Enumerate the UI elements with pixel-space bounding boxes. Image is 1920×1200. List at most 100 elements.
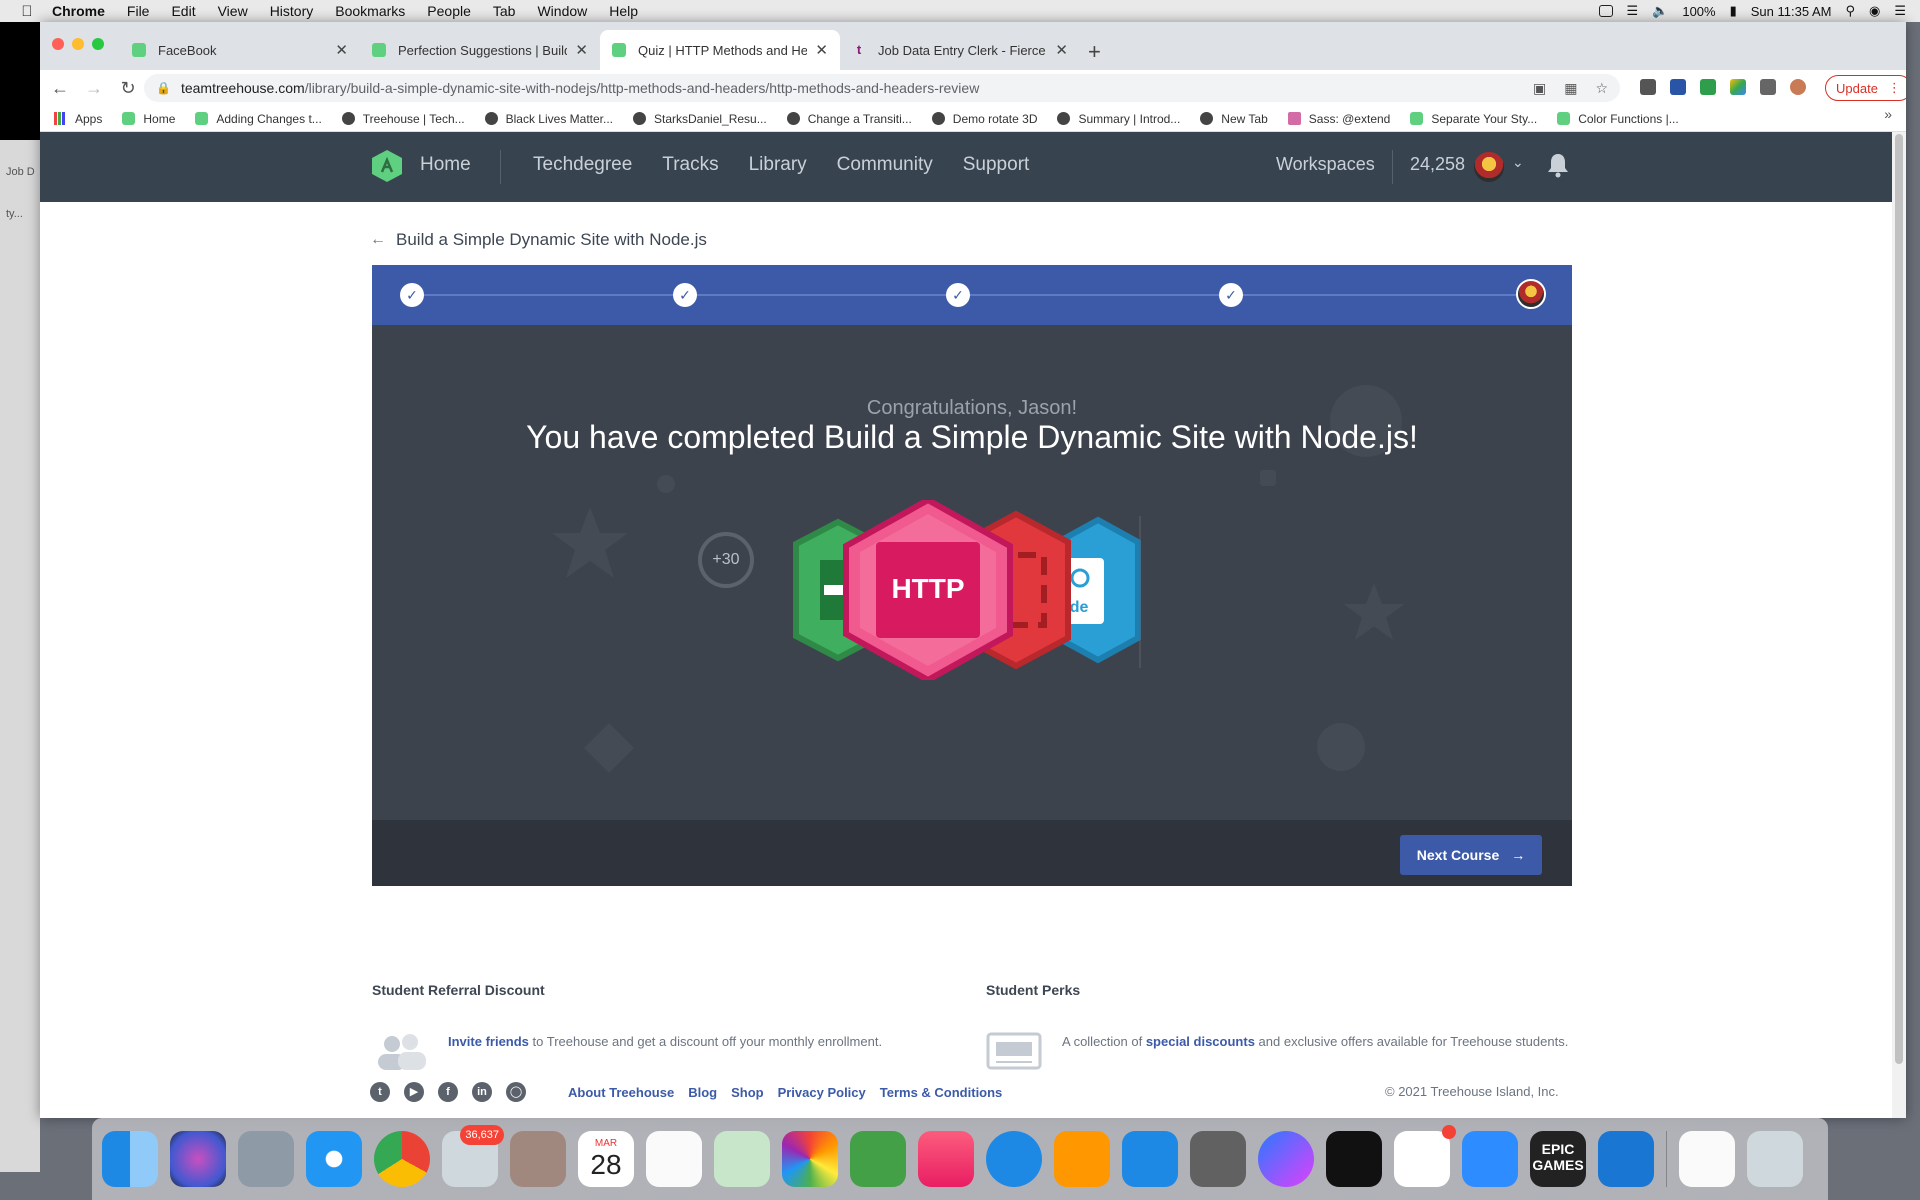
footer-link-about[interactable]: About Treehouse	[568, 1085, 674, 1100]
wifi-icon[interactable]: ☰	[1627, 3, 1639, 19]
nav-home[interactable]: Home	[420, 154, 471, 176]
grammar-extension-icon[interactable]	[1700, 79, 1716, 95]
safari-icon[interactable]	[306, 1131, 362, 1187]
close-tab-icon[interactable]: ✕	[575, 41, 588, 59]
menu-history[interactable]: History	[270, 3, 314, 19]
bookmark-apps[interactable]: Apps	[54, 112, 102, 126]
epic-games-icon[interactable]: EPIC GAMES	[1530, 1131, 1586, 1187]
footer-link-terms[interactable]: Terms & Conditions	[880, 1085, 1003, 1100]
treehouse-logo-icon[interactable]	[372, 150, 402, 182]
minimize-window-button[interactable]	[72, 38, 84, 50]
footer-link-blog[interactable]: Blog	[688, 1085, 717, 1100]
zoom-icon[interactable]	[1462, 1131, 1518, 1187]
apple-menu-icon[interactable]: 	[16, 3, 38, 20]
bookmark-new-tab[interactable]: New Tab	[1200, 112, 1268, 126]
finder-icon[interactable]	[102, 1131, 158, 1187]
bookmark-adding-changes[interactable]: Adding Changes t...	[195, 112, 322, 126]
chrome-icon[interactable]	[374, 1131, 430, 1187]
browser-tab-facebook[interactable]: FaceBook ✕	[120, 30, 360, 70]
bookmark-home[interactable]: Home	[122, 112, 175, 126]
document-icon[interactable]	[1679, 1131, 1735, 1187]
bookmark-black-lives-matter[interactable]: Black Lives Matter...	[484, 112, 613, 126]
extension-icon[interactable]	[1640, 79, 1656, 95]
siri-icon[interactable]: ◉	[1869, 3, 1880, 19]
menu-help[interactable]: Help	[609, 3, 638, 19]
reload-icon[interactable]: ↻	[114, 78, 142, 99]
reminders-icon[interactable]	[646, 1131, 702, 1187]
menu-people[interactable]: People	[427, 3, 471, 19]
forward-arrow-icon[interactable]: →	[80, 78, 108, 99]
photos-icon[interactable]	[782, 1131, 838, 1187]
calendar-icon[interactable]: MAR 28	[578, 1131, 634, 1187]
twitter-icon[interactable]: t	[370, 1082, 390, 1102]
spotlight-search-icon[interactable]: ⚲	[1845, 3, 1855, 19]
app-store-icon[interactable]	[1122, 1131, 1178, 1187]
bookmarks-overflow-button[interactable]: »	[1884, 106, 1892, 122]
facebook-icon[interactable]: f	[438, 1082, 458, 1102]
bookmark-separate-style[interactable]: Separate Your Sty...	[1410, 112, 1537, 126]
menu-bookmarks[interactable]: Bookmarks	[335, 3, 405, 19]
nav-tracks[interactable]: Tracks	[662, 154, 718, 176]
close-tab-icon[interactable]: ✕	[1055, 41, 1068, 59]
bookmark-treehouse-tech[interactable]: Treehouse | Tech...	[341, 112, 465, 126]
books-icon[interactable]	[1054, 1131, 1110, 1187]
puzzle-icon[interactable]	[1760, 79, 1776, 95]
menu-tab[interactable]: Tab	[493, 3, 516, 19]
progress-step-complete-icon[interactable]: ✓	[946, 283, 970, 307]
siri-icon[interactable]	[170, 1131, 226, 1187]
browser-tab-quiz[interactable]: Quiz | HTTP Methods and Hea ✕	[600, 30, 840, 70]
linkedin-icon[interactable]: in	[472, 1082, 492, 1102]
notification-bell-icon[interactable]	[1546, 152, 1570, 178]
browser-tab-job[interactable]: t Job Data Entry Clerk - Fierce F ✕	[840, 30, 1080, 70]
progress-step-complete-icon[interactable]: ✓	[1219, 283, 1243, 307]
cast-icon[interactable]: ▣	[1533, 80, 1546, 97]
bookmark-star-icon[interactable]: ☆	[1595, 80, 1608, 97]
trash-icon[interactable]	[1747, 1131, 1803, 1187]
youtube-icon[interactable]: ▶	[404, 1082, 424, 1102]
scrollbar-thumb[interactable]	[1895, 134, 1903, 1064]
menu-file[interactable]: File	[127, 3, 150, 19]
mail-icon[interactable]: 36,637	[442, 1125, 504, 1187]
vscode-icon[interactable]	[1598, 1131, 1654, 1187]
nav-community[interactable]: Community	[837, 154, 933, 176]
screen-record-icon[interactable]	[1598, 5, 1613, 17]
drive-extension-icon[interactable]	[1730, 79, 1746, 95]
lock-icon[interactable]: 🔒	[156, 81, 171, 95]
breadcrumb[interactable]: ← Build a Simple Dynamic Site with Node.…	[370, 230, 707, 250]
browser-tab-perfection[interactable]: Perfection Suggestions | Build ✕	[360, 30, 600, 70]
chrome-update-button[interactable]: Update ⋮	[1825, 75, 1906, 101]
background-window-tab[interactable]: Job D	[0, 140, 40, 178]
page-scrollbar[interactable]	[1892, 132, 1906, 1118]
system-preferences-icon[interactable]	[1190, 1131, 1246, 1187]
qr-code-icon[interactable]: ▦	[1564, 80, 1577, 97]
address-bar[interactable]: 🔒 teamtreehouse.com/library/build-a-simp…	[144, 74, 1620, 102]
http-badge-icon[interactable]: HTTP	[843, 500, 1013, 680]
maps-icon[interactable]	[714, 1131, 770, 1187]
bookmark-color-functions[interactable]: Color Functions |...	[1557, 112, 1679, 126]
messages-icon[interactable]	[986, 1131, 1042, 1187]
close-window-button[interactable]	[52, 38, 64, 50]
menu-clock[interactable]: Sun 11:35 AM	[1751, 4, 1832, 19]
close-tab-icon[interactable]: ✕	[335, 41, 348, 59]
bookmark-demo-rotate[interactable]: Demo rotate 3D	[931, 112, 1037, 126]
nav-techdegree[interactable]: Techdegree	[533, 154, 632, 176]
footer-link-shop[interactable]: Shop	[731, 1085, 764, 1100]
nav-support[interactable]: Support	[963, 154, 1030, 176]
music-icon[interactable]	[918, 1131, 974, 1187]
bookmark-resume[interactable]: StarksDaniel_Resu...	[633, 112, 767, 126]
bookmark-sass-extend[interactable]: Sass: @extend	[1287, 112, 1390, 126]
terminal-icon[interactable]	[1326, 1131, 1382, 1187]
points-counter[interactable]: 24,258	[1410, 154, 1465, 175]
footer-link-privacy[interactable]: Privacy Policy	[778, 1085, 866, 1100]
special-discounts-link[interactable]: special discounts	[1146, 1034, 1255, 1049]
next-course-button[interactable]: Next Course →	[1400, 835, 1542, 875]
profile-avatar[interactable]	[1790, 79, 1806, 95]
close-tab-icon[interactable]: ✕	[815, 41, 828, 59]
launchpad-icon[interactable]	[238, 1131, 294, 1187]
download-extension-icon[interactable]	[1670, 79, 1686, 95]
menu-view[interactable]: View	[218, 3, 248, 19]
contacts-icon[interactable]	[510, 1131, 566, 1187]
menu-window[interactable]: Window	[537, 3, 587, 19]
menu-chrome[interactable]: Chrome	[52, 3, 105, 19]
nav-workspaces[interactable]: Workspaces	[1276, 154, 1375, 175]
